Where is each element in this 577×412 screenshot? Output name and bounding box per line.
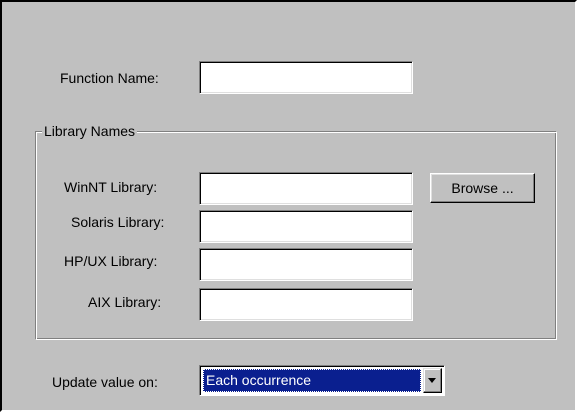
function-name-input[interactable] xyxy=(199,61,413,94)
solaris-library-input[interactable] xyxy=(199,210,413,243)
winnt-library-label: WinNT Library: xyxy=(64,179,158,195)
function-name-label: Function Name: xyxy=(60,70,159,86)
hpux-library-label: HP/UX Library: xyxy=(64,253,158,269)
winnt-library-input[interactable] xyxy=(199,172,413,205)
dialog-panel: Function Name: Library Names WinNT Libra… xyxy=(0,0,577,412)
browse-button[interactable]: Browse ... xyxy=(430,173,535,203)
update-value-dropdown[interactable]: Each occurrence xyxy=(199,365,445,396)
aix-library-label: AIX Library: xyxy=(88,294,162,310)
update-value-label: Update value on: xyxy=(52,374,158,390)
library-names-group-title: Library Names xyxy=(42,122,138,140)
aix-library-input[interactable] xyxy=(199,288,413,321)
solaris-library-label: Solaris Library: xyxy=(71,214,165,230)
hpux-library-input[interactable] xyxy=(199,248,413,281)
chevron-down-icon[interactable] xyxy=(423,368,442,393)
update-value-selected[interactable]: Each occurrence xyxy=(203,369,421,392)
